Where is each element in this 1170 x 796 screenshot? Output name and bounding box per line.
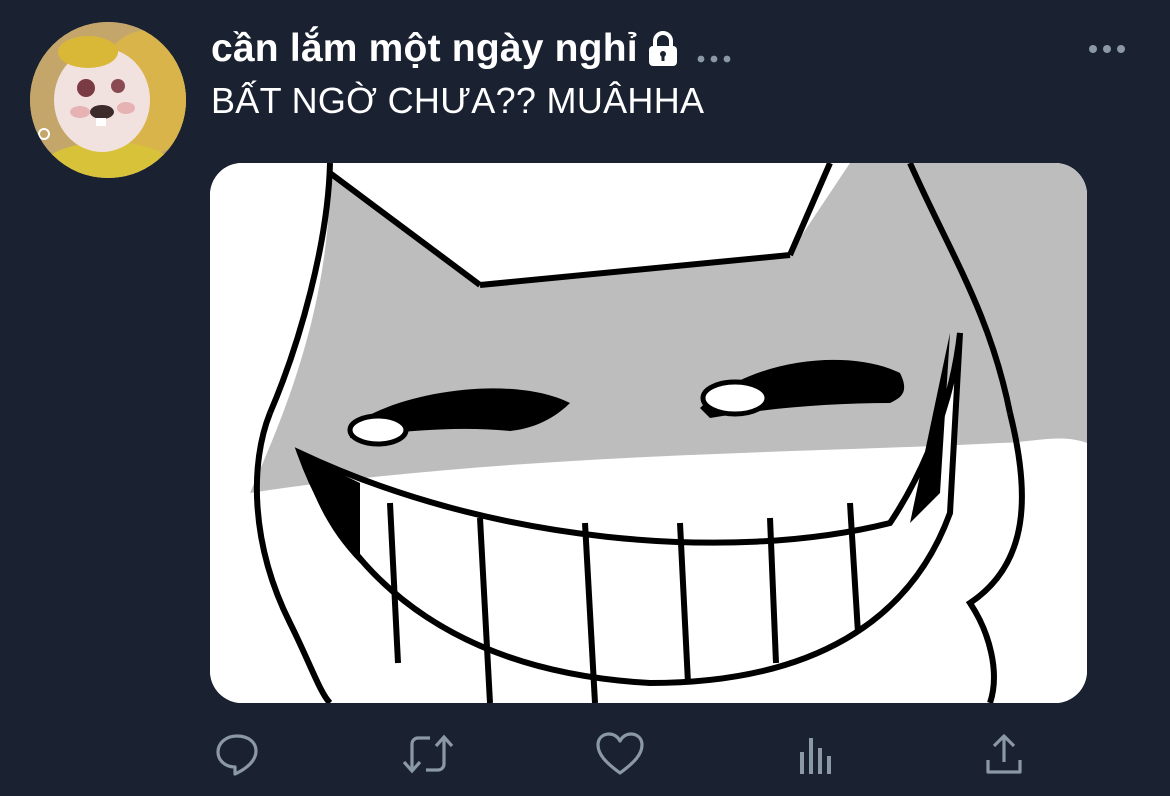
more-options-button[interactable] bbox=[1086, 38, 1128, 60]
tweet-text: BẤT NGỜ CHƯA?? MUÂHHA bbox=[211, 80, 705, 121]
tweet-header: cần lắm một ngày nghỉ bbox=[211, 24, 732, 74]
ellipsis-icon bbox=[696, 52, 732, 64]
like-button[interactable] bbox=[592, 726, 648, 782]
heart-icon bbox=[596, 732, 644, 775]
reply-button[interactable] bbox=[209, 726, 265, 782]
retweet-button[interactable] bbox=[400, 726, 456, 782]
action-bar bbox=[0, 726, 1170, 786]
avatar[interactable] bbox=[30, 22, 186, 178]
media-image bbox=[210, 163, 1087, 703]
share-icon bbox=[986, 734, 1022, 774]
more-icon bbox=[1089, 45, 1125, 53]
tweet-media[interactable] bbox=[210, 163, 1087, 703]
reply-icon bbox=[216, 734, 258, 776]
analytics-icon bbox=[800, 738, 831, 774]
display-name[interactable]: cần lắm một ngày nghỉ bbox=[211, 27, 638, 71]
lock-icon bbox=[646, 30, 680, 68]
avatar-image bbox=[30, 22, 186, 178]
share-button[interactable] bbox=[976, 726, 1032, 782]
retweet-icon bbox=[402, 734, 454, 774]
analytics-button[interactable] bbox=[785, 726, 841, 782]
tweet: cần lắm một ngày nghỉ BẤT NGỜ CHƯA?? MUÂ… bbox=[0, 0, 1170, 796]
